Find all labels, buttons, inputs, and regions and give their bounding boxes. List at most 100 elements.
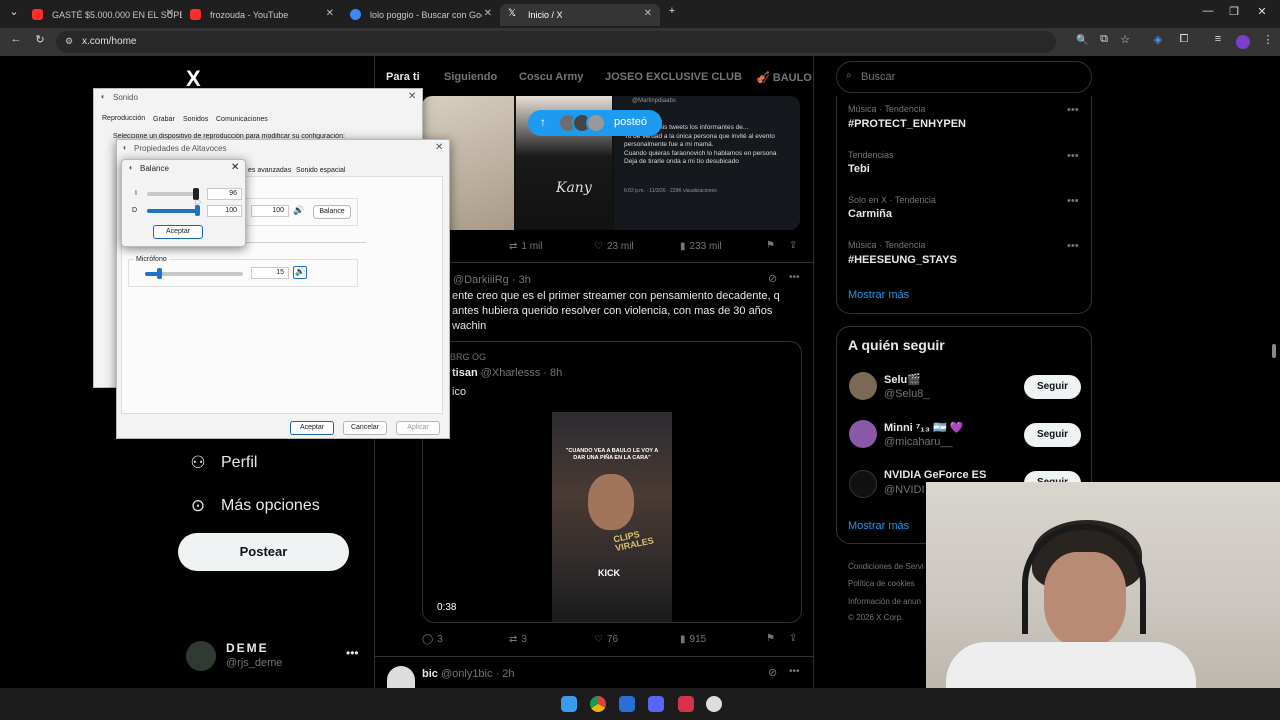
close-window-icon[interactable]: ✕ (1254, 5, 1270, 18)
media-icon[interactable]: ≡ (1210, 33, 1226, 45)
trends-show-more-link[interactable]: Mostrar más (848, 289, 909, 301)
search-input[interactable]: ⌕ Buscar (836, 61, 1092, 93)
mic-level-input[interactable]: 15 (251, 267, 289, 279)
trend-item[interactable]: Tebi (848, 163, 870, 175)
retweet-button[interactable]: ⇄ 1 mil (509, 241, 543, 252)
tab-opciones-avanzadas[interactable]: es avanzadas (248, 167, 291, 174)
views-button[interactable]: ▮ 233 mil (680, 241, 722, 252)
tab-search-icon[interactable]: ⌄ (6, 5, 22, 18)
tab-joseo[interactable]: JOSEO EXCLUSIVE CLUB (605, 71, 742, 83)
new-tab-icon[interactable]: + (664, 5, 680, 17)
trend-more-icon[interactable]: ••• (1067, 150, 1079, 162)
tab-coscu-army[interactable]: Coscu Army (519, 71, 583, 83)
left-balance-input[interactable]: 96 (207, 188, 242, 200)
reload-icon[interactable]: ↻ (32, 33, 48, 46)
balance-ok-button[interactable]: Aceptar (153, 225, 203, 239)
left-balance-track[interactable] (147, 192, 199, 196)
views-button[interactable]: ▮ 915 (680, 634, 706, 645)
address-bar[interactable]: ⚙ x.com/home 🔍 (56, 31, 1088, 53)
grok-icon[interactable]: ⊘ (768, 272, 777, 285)
extension-icon[interactable]: ◈ (1150, 33, 1166, 46)
trend-more-icon[interactable]: ••• (1067, 195, 1079, 207)
tab-siguiendo[interactable]: Siguiendo (444, 71, 497, 83)
close-tab-icon[interactable]: ✕ (484, 8, 492, 19)
like-button[interactable]: ♡ 76 (594, 634, 618, 645)
share-button[interactable]: ⇪ (789, 240, 797, 251)
tab-baulo[interactable]: 🎻 BAULO C (756, 71, 812, 84)
follow-button[interactable]: Seguir (1024, 375, 1081, 399)
mic-mute-icon[interactable]: 🔊 (293, 266, 307, 279)
close-icon[interactable]: ✕ (231, 162, 239, 173)
tab-sonidos[interactable]: Sonidos (183, 116, 208, 123)
back-icon[interactable]: ← (8, 33, 24, 45)
nav-profile[interactable]: ⚇ Perfil (188, 453, 257, 473)
avatar[interactable] (849, 372, 877, 400)
apply-button[interactable]: Aplicar (396, 421, 440, 435)
app-white-icon[interactable] (706, 696, 722, 712)
tweet3-avatar[interactable] (387, 666, 415, 688)
site-info-icon[interactable]: ⚙ (65, 36, 73, 47)
avatar[interactable] (849, 470, 877, 498)
trend-more-icon[interactable]: ••• (1067, 240, 1079, 252)
mic-slider-thumb[interactable] (157, 268, 162, 279)
ok-button[interactable]: Aceptar (290, 421, 334, 435)
browser-tab-3[interactable]: lolo poggio - Buscar con Google ✕ (342, 4, 500, 26)
right-balance-input[interactable]: 100 (207, 205, 242, 217)
trend-item[interactable]: #PROTECT_ENHYPEN (848, 118, 966, 130)
follow-show-more-link[interactable]: Mostrar más (848, 520, 909, 532)
puzzle-icon[interactable]: ⧠ (1176, 33, 1192, 46)
account-avatar[interactable] (186, 641, 216, 671)
video-player[interactable]: "CUANDO VEA A BAULO LE VOY A DAR UNA PIÑ… (552, 412, 672, 622)
account-menu-icon[interactable]: ••• (346, 646, 359, 660)
tweet3-author[interactable]: bic @only1bic · 2h (422, 668, 515, 680)
chrome-icon[interactable] (590, 696, 606, 712)
tab-sonido-espacial[interactable]: Sonido espacial (296, 167, 345, 174)
trend-item[interactable]: Carmiña (848, 208, 892, 220)
close-tab-icon[interactable]: ✕ (326, 8, 334, 19)
footer-link[interactable]: Política de cookies (848, 579, 915, 588)
close-icon[interactable]: ✕ (408, 91, 416, 102)
speaker-mute-icon[interactable]: 🔊 (293, 205, 304, 216)
trend-item[interactable]: #HEESEUNG_STAYS (848, 254, 957, 266)
like-button[interactable]: ♡ 23 mil (594, 241, 634, 252)
post-button[interactable]: Postear (178, 533, 349, 571)
tweet-more-icon[interactable]: ••• (789, 666, 800, 677)
discord-icon[interactable] (648, 696, 664, 712)
bookmark-star-icon[interactable]: ☆ (1117, 33, 1133, 46)
cancel-button[interactable]: Cancelar (343, 421, 387, 435)
app-red-icon[interactable] (678, 696, 694, 712)
tab-comunicaciones[interactable]: Comunicaciones (216, 116, 268, 123)
browser-tab-4[interactable]: 𝕏 Inicio / X ✕ (500, 4, 660, 26)
maximize-icon[interactable]: ❐ (1226, 5, 1242, 18)
browser-tab-1[interactable]: GASTÉ $5.000.000 EN EL SUPER ✕ (24, 4, 182, 26)
bookmark-button[interactable]: ⚑ (766, 240, 775, 251)
retweet-button[interactable]: ⇄ 3 (509, 634, 527, 645)
footer-link[interactable]: Condiciones de Servi (848, 562, 924, 571)
cast-icon[interactable]: ⧉ (1096, 33, 1112, 46)
trend-more-icon[interactable]: ••• (1067, 104, 1079, 116)
minimize-icon[interactable]: — (1200, 5, 1216, 17)
tweet2-author-handle[interactable]: @DarkiiiRg · 3h (453, 274, 531, 286)
zoom-icon[interactable]: 🔍 (1076, 35, 1088, 46)
tab-reproduccion[interactable]: Reproducción (102, 115, 145, 122)
follow-name[interactable]: Selu🎬 (884, 373, 921, 386)
grok-icon[interactable]: ⊘ (768, 666, 777, 679)
windows-start-icon[interactable] (561, 696, 577, 712)
follow-button[interactable]: Seguir (1024, 423, 1081, 447)
menu-icon[interactable]: ⋮ (1260, 33, 1276, 46)
tab-grabar[interactable]: Grabar (153, 116, 175, 123)
app-blue-icon[interactable] (619, 696, 635, 712)
new-posts-pill[interactable]: ↑ posteó (528, 110, 662, 136)
balance-button[interactable]: Balance (313, 205, 351, 219)
page-scrollbar[interactable] (1272, 344, 1276, 358)
avatar[interactable] (849, 420, 877, 448)
reply-button[interactable]: ◯ 3 (422, 634, 443, 645)
share-button[interactable]: ⇪ (789, 633, 797, 644)
tab-para-ti[interactable]: Para ti (386, 71, 420, 83)
follow-name[interactable]: Minni ⁷₁₃ 🇦🇷 💜 (884, 421, 963, 434)
footer-link[interactable]: Información de anun (848, 597, 921, 606)
close-icon[interactable]: ✕ (435, 142, 443, 153)
browser-tab-2[interactable]: frozouda - YouTube ✕ (182, 4, 342, 26)
follow-name[interactable]: NVIDIA GeForce ES (884, 469, 986, 481)
speaker-level-input[interactable]: 100 (251, 205, 289, 217)
